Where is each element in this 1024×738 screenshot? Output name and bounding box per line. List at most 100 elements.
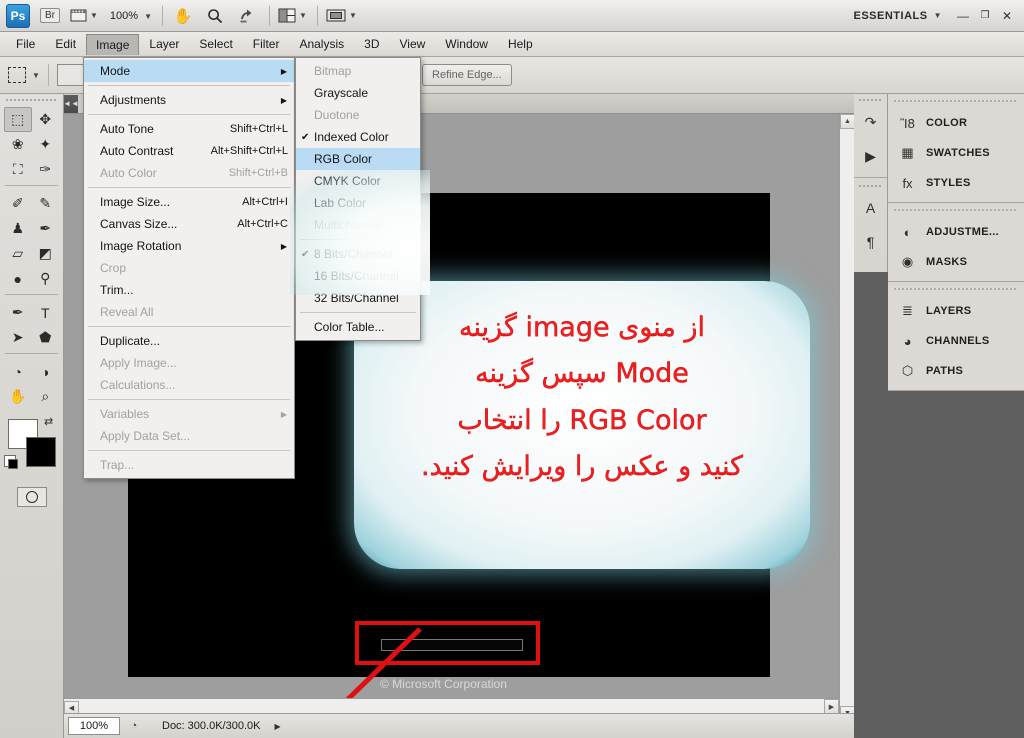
quick-mask-button[interactable] <box>16 487 47 507</box>
pen-tool[interactable]: ✒ <box>4 300 32 325</box>
lasso-tool[interactable]: ❀ <box>4 132 32 157</box>
menu-image[interactable]: Image <box>86 33 140 55</box>
panel-group-grip[interactable] <box>894 285 1018 294</box>
scroll-up-icon[interactable]: ▲ <box>840 114 855 129</box>
menu-item-auto-contrast[interactable]: Auto Contrast Alt+Shift+Ctrl+L <box>84 140 294 162</box>
hand-tool-button[interactable]: ✋ <box>171 5 195 27</box>
custom-shape-tool[interactable]: ⬟ <box>32 325 60 350</box>
refine-edge-button[interactable]: Refine Edge... <box>422 64 512 86</box>
panel-tab-masks[interactable]: ◉ MASKS <box>888 247 1024 277</box>
magic-wand-tool[interactable]: ✦ <box>32 132 60 157</box>
minimize-button[interactable]: — <box>952 5 974 27</box>
move-tool[interactable]: ✥ <box>32 107 60 132</box>
menu-item-lab-color[interactable]: Lab Color <box>296 192 420 214</box>
brush-tool[interactable]: ✎ <box>32 191 60 216</box>
panel-tab-layers[interactable]: ≣ LAYERS <box>888 296 1024 326</box>
dock-group-grip[interactable] <box>859 182 882 191</box>
dodge-tool[interactable]: ⚲ <box>32 266 60 291</box>
menu-item-color-table[interactable]: Color Table... <box>296 316 420 338</box>
menu-window[interactable]: Window <box>435 33 498 55</box>
menu-item-mode[interactable]: Mode ▶ <box>84 60 294 82</box>
status-expand-icon[interactable]: ▶ <box>274 722 280 731</box>
3d-orbit-tool[interactable]: ◑ <box>32 359 60 384</box>
crop-tool[interactable]: ⛶ <box>4 157 32 182</box>
rectangular-marquee-tool[interactable]: ⬚ <box>4 107 32 132</box>
menu-item-label: CMYK Color <box>314 174 381 188</box>
panel-tab-channels[interactable]: ◕ CHANNELS <box>888 326 1024 356</box>
menu-item-adjustments[interactable]: Adjustments ▶ <box>84 89 294 111</box>
menu-item-rgb-color[interactable]: RGB Color <box>296 148 420 170</box>
panel-tab-styles[interactable]: fx STYLES <box>888 168 1024 198</box>
paragraph-panel-button[interactable]: ¶ <box>854 225 887 259</box>
menu-item-cmyk-color[interactable]: CMYK Color <box>296 170 420 192</box>
clone-stamp-tool[interactable]: ♟ <box>4 216 32 241</box>
arrange-documents-button[interactable]: ▼ <box>278 5 307 27</box>
menu-layer[interactable]: Layer <box>139 33 189 55</box>
menu-item-grayscale[interactable]: Grayscale <box>296 82 420 104</box>
panel-tab-paths[interactable]: ⬡ PATHS <box>888 356 1024 386</box>
menu-analysis[interactable]: Analysis <box>289 33 354 55</box>
tools-panel-grip[interactable] <box>6 96 57 105</box>
menu-item-canvas-size[interactable]: Canvas Size... Alt+Ctrl+C <box>84 213 294 235</box>
canvas-horizontal-scrollbar[interactable]: ◀ ▶ <box>64 698 839 716</box>
menu-filter[interactable]: Filter <box>243 33 290 55</box>
menu-file[interactable]: File <box>6 33 45 55</box>
panel-tab-adjustme[interactable]: ◐ ADJUSTME... <box>888 217 1024 247</box>
mini-bridge-button[interactable]: ▼ <box>70 5 98 27</box>
tool-preset-picker[interactable]: ▼ <box>8 67 40 83</box>
scroll-right-icon[interactable]: ▶ <box>824 699 839 714</box>
horizontal-type-tool[interactable]: T <box>32 300 60 325</box>
menu-item-8-bits-channel[interactable]: ✔ 8 Bits/Channel <box>296 243 420 265</box>
maximize-button[interactable]: ❐ <box>974 5 996 27</box>
actions-panel-button[interactable]: ▶ <box>854 139 887 173</box>
menu-item-label: Image Rotation <box>100 239 182 253</box>
history-brush-tool[interactable]: ✒ <box>32 216 60 241</box>
panel-tab-swatches[interactable]: ▦ SWATCHES <box>888 138 1024 168</box>
menu-3d[interactable]: 3D <box>354 33 389 55</box>
background-color-swatch[interactable] <box>26 437 56 467</box>
menu-item-auto-tone[interactable]: Auto Tone Shift+Ctrl+L <box>84 118 294 140</box>
menu-item-32-bits-channel[interactable]: 32 Bits/Channel <box>296 287 420 309</box>
zoom-tool[interactable]: ⌕ <box>32 384 60 409</box>
spot-healing-brush-tool[interactable]: ✐ <box>4 191 32 216</box>
blur-tool[interactable]: ● <box>4 266 32 291</box>
canvas-vertical-scrollbar[interactable]: ▲ ▼ <box>839 114 855 721</box>
menu-item-shortcut: Shift+Ctrl+L <box>229 123 288 135</box>
character-panel-button[interactable]: A <box>854 191 887 225</box>
menu-select[interactable]: Select <box>189 33 242 55</box>
gradient-tool[interactable]: ◩ <box>32 241 60 266</box>
launch-bridge-button[interactable]: Br <box>38 5 62 27</box>
dock-column-grip[interactable] <box>859 96 882 105</box>
default-colors-icon[interactable] <box>4 455 18 469</box>
menu-view[interactable]: View <box>389 33 435 55</box>
document-info-icon[interactable]: ◔ <box>124 717 144 735</box>
status-zoom-field[interactable]: 100% <box>68 717 120 735</box>
panel-group-grip[interactable] <box>894 97 1018 106</box>
screen-mode-button[interactable]: ▼ <box>326 5 357 27</box>
menu-help[interactable]: Help <box>498 33 543 55</box>
menu-item-trim[interactable]: Trim... <box>84 279 294 301</box>
close-button[interactable]: ✕ <box>996 5 1018 27</box>
path-selection-tool[interactable]: ➤ <box>4 325 32 350</box>
menu-item-label: Trap... <box>100 458 135 472</box>
menu-item-indexed-color[interactable]: ✔ Indexed Color <box>296 126 420 148</box>
zoom-tool-button[interactable] <box>203 5 227 27</box>
menu-item-16-bits-channel[interactable]: 16 Bits/Channel <box>296 265 420 287</box>
workspace-switcher[interactable]: ESSENTIALS ▼ <box>854 10 943 22</box>
3d-rotate-tool[interactable]: ◔ <box>4 359 32 384</box>
history-panel-button[interactable]: ↷ <box>854 105 887 139</box>
swap-colors-icon[interactable]: ⇄ <box>44 415 53 428</box>
menu-item-image-size[interactable]: Image Size... Alt+Ctrl+I <box>84 191 294 213</box>
tab-bar-collapse-handle[interactable]: ◄◄ <box>63 94 79 113</box>
eraser-tool[interactable]: ▱ <box>4 241 32 266</box>
rotate-view-tool-button[interactable] <box>235 5 259 27</box>
panel-group-grip[interactable] <box>894 206 1018 215</box>
hand-tool[interactable]: ✋ <box>4 384 32 409</box>
clone-stamp-icon: ♟ <box>11 220 25 236</box>
menu-item-image-rotation[interactable]: Image Rotation ▶ <box>84 235 294 257</box>
eyedropper-tool[interactable]: ✑ <box>32 157 60 182</box>
menu-edit[interactable]: Edit <box>45 33 86 55</box>
menu-item-duplicate[interactable]: Duplicate... <box>84 330 294 352</box>
view-zoom-dropdown[interactable]: 100% ▼ <box>110 10 152 22</box>
panel-tab-color[interactable]: Ἲ8 COLOR <box>888 108 1024 138</box>
